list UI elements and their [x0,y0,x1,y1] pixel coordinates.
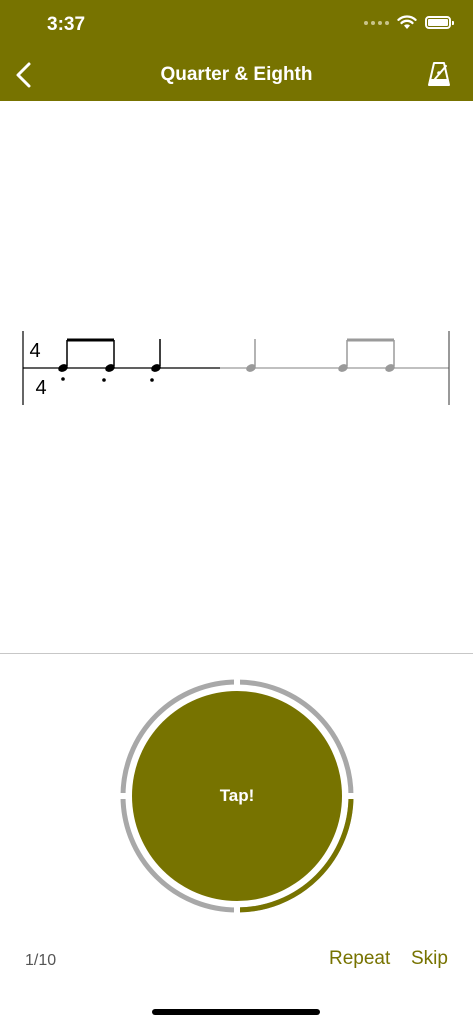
skip-button[interactable]: Skip [411,948,448,970]
home-indicator [152,1009,320,1015]
repeat-button[interactable]: Repeat [329,948,390,970]
rhythm-staff: 4 4 [22,331,450,405]
tap-button[interactable]: Tap! [132,691,342,901]
page-title: Quarter & Eighth [160,64,313,85]
quarter-note-upcoming [246,339,256,372]
time-signature-top: 4 [29,340,40,362]
metronome-icon [428,62,450,86]
signal-icon [364,20,389,25]
section-divider [0,653,473,654]
eighth-note-pair-played [58,338,115,382]
status-icons [364,15,454,30]
metronome-button[interactable] [427,60,451,90]
battery-icon [425,16,454,29]
tap-area: Tap! [118,677,356,915]
status-time: 3:37 [47,14,86,35]
header-bar: 3:37 Quarter & Eighth [0,0,473,101]
quarter-note-played [150,339,161,382]
time-signature-bottom: 4 [35,377,46,399]
tap-label: Tap! [219,786,255,805]
wifi-icon [397,15,417,29]
exercise-counter: 1/10 [25,952,57,969]
